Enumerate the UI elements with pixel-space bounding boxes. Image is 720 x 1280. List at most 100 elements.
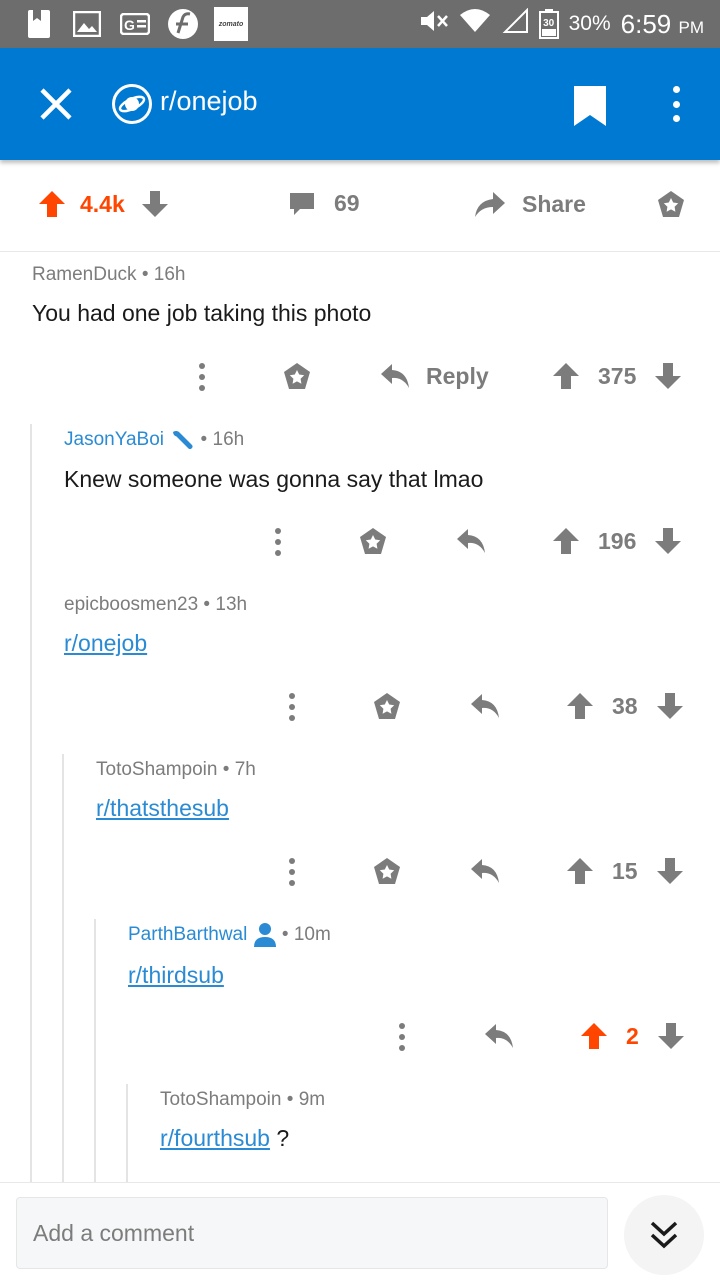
thread-line-depth-2[interactable] <box>62 754 64 1182</box>
downvote-icon[interactable] <box>656 857 684 885</box>
share-arrow-icon <box>475 192 505 217</box>
downvote-icon[interactable] <box>656 692 684 720</box>
comment-score: 15 <box>612 857 638 884</box>
upvote-icon[interactable] <box>552 527 580 555</box>
comment-more-button[interactable] <box>396 1022 408 1052</box>
more-vertical-icon <box>289 693 295 721</box>
comment-award-button[interactable] <box>358 527 388 557</box>
comment-reply-button[interactable] <box>456 527 486 555</box>
comment-age: 9m <box>298 1089 326 1110</box>
award-icon <box>284 363 310 389</box>
comment-body: Knew someone was gonna say that lmao <box>64 466 484 492</box>
double-chevron-down-icon <box>650 1221 678 1249</box>
reply-arrow-icon <box>381 364 409 388</box>
post-vote-group: 4.4k <box>38 190 169 218</box>
comment-actions: 38 <box>0 692 720 724</box>
comment-age: 10m <box>293 924 331 945</box>
more-vertical-icon <box>399 1023 405 1051</box>
upvote-icon[interactable] <box>552 362 580 390</box>
comment-more-button[interactable] <box>196 362 208 392</box>
comment-author[interactable]: RamenDuck <box>32 264 137 286</box>
comment-award-button[interactable] <box>372 857 402 887</box>
reply-arrow-icon <box>471 694 499 718</box>
share-button[interactable]: Share <box>474 190 586 218</box>
reply-arrow-icon <box>457 529 485 553</box>
upvote-icon[interactable] <box>566 692 594 720</box>
comment: epicboosmen23 • 13h r/onejob <box>64 594 248 656</box>
thread-line-depth-4[interactable] <box>126 1084 128 1182</box>
comment-reply-button[interactable]: Reply <box>380 362 489 390</box>
comment: RamenDuck • 16h You had one job taking t… <box>32 264 372 326</box>
close-button[interactable] <box>32 80 80 128</box>
comment-author[interactable]: epicboosmen23 <box>64 594 198 616</box>
comments-count-button[interactable]: 69 <box>288 190 360 217</box>
battery-badge: 30 <box>543 18 555 29</box>
subreddit-planet-icon[interactable] <box>112 84 152 124</box>
comment-score: 196 <box>598 527 637 554</box>
award-icon <box>658 191 684 217</box>
comment-more-button[interactable] <box>286 857 298 887</box>
signal-icon <box>501 7 529 40</box>
comment-score: 375 <box>598 362 637 389</box>
subreddit-link[interactable]: r/thirdsub <box>128 962 224 988</box>
comment-reply-button[interactable] <box>484 1022 514 1050</box>
upvote-icon[interactable] <box>566 857 594 885</box>
comment-actions: Reply 375 <box>0 362 720 394</box>
comment-age: 16h <box>153 264 186 285</box>
comment-award-button[interactable] <box>372 692 402 722</box>
comment-award-button[interactable] <box>282 362 312 392</box>
comment-vote-group: 375 <box>552 362 682 390</box>
downvote-icon[interactable] <box>657 1022 685 1050</box>
app-notification-icon <box>166 7 200 41</box>
subreddit-link[interactable]: r/onejob <box>64 630 147 656</box>
comment: TotoShampoin • 7h r/thatsthesub <box>96 759 256 821</box>
post-score: 4.4k <box>80 190 125 217</box>
reply-arrow-icon <box>471 859 499 883</box>
svg-text:G: G <box>124 17 135 33</box>
comment-author[interactable]: JasonYaBoi <box>64 429 164 451</box>
comment-reply-button[interactable] <box>470 857 500 885</box>
comment-author[interactable]: ParthBarthwal <box>128 924 247 946</box>
comment-bubble-icon <box>290 192 314 215</box>
comment: TotoShampoin • 9m r/fourthsub ? <box>160 1089 326 1151</box>
award-icon <box>374 858 400 884</box>
clock: 6:59 PM <box>620 8 704 39</box>
more-vertical-icon <box>199 363 205 391</box>
subreddit-title[interactable]: r/onejob <box>160 86 258 117</box>
upvote-icon[interactable] <box>38 190 66 218</box>
more-vertical-icon <box>289 858 295 886</box>
more-vertical-icon <box>275 528 281 556</box>
subreddit-link[interactable]: r/fourthsub <box>160 1125 270 1151</box>
comment: JasonYaBoi • 16h Knew someone was gonna … <box>64 429 484 492</box>
gallery-notification-icon <box>70 7 104 41</box>
comments-count: 69 <box>334 190 360 216</box>
downvote-icon[interactable] <box>654 362 682 390</box>
bookmark-icon <box>574 86 606 126</box>
save-post-button[interactable] <box>572 84 608 128</box>
comment-vote-group: 196 <box>552 527 682 555</box>
comment-more-button[interactable] <box>286 692 298 722</box>
add-comment-input[interactable]: Add a comment <box>16 1197 608 1269</box>
subreddit-link[interactable]: r/thatsthesub <box>96 795 229 821</box>
comment-author[interactable]: TotoShampoin <box>160 1089 281 1111</box>
downvote-icon[interactable] <box>141 190 169 218</box>
news-notification-icon: G <box>118 7 152 41</box>
award-button[interactable] <box>656 190 686 220</box>
comment: ParthBarthwal • 10m r/thirdsub <box>128 923 331 988</box>
comment-actions: 196 <box>0 527 720 559</box>
comment-score: 38 <box>612 692 638 719</box>
comment-vote-group: 38 <box>566 692 684 720</box>
comment-more-button[interactable] <box>272 527 284 557</box>
status-bar: G zomato 30 30% 6:59 PM <box>0 0 720 48</box>
comment-score: 2 <box>626 1022 639 1049</box>
battery-percent: 30% <box>568 12 611 35</box>
downvote-icon[interactable] <box>654 527 682 555</box>
next-comment-button[interactable] <box>624 1195 704 1275</box>
comment-author[interactable]: TotoShampoin <box>96 759 217 781</box>
zomato-notification-icon: zomato <box>214 7 248 41</box>
comment-body: You had one job taking this photo <box>32 300 372 326</box>
comment-reply-button[interactable] <box>470 692 500 720</box>
comment-actions: 15 <box>0 857 720 889</box>
overflow-menu-button[interactable] <box>660 82 692 126</box>
upvote-icon[interactable] <box>580 1022 608 1050</box>
